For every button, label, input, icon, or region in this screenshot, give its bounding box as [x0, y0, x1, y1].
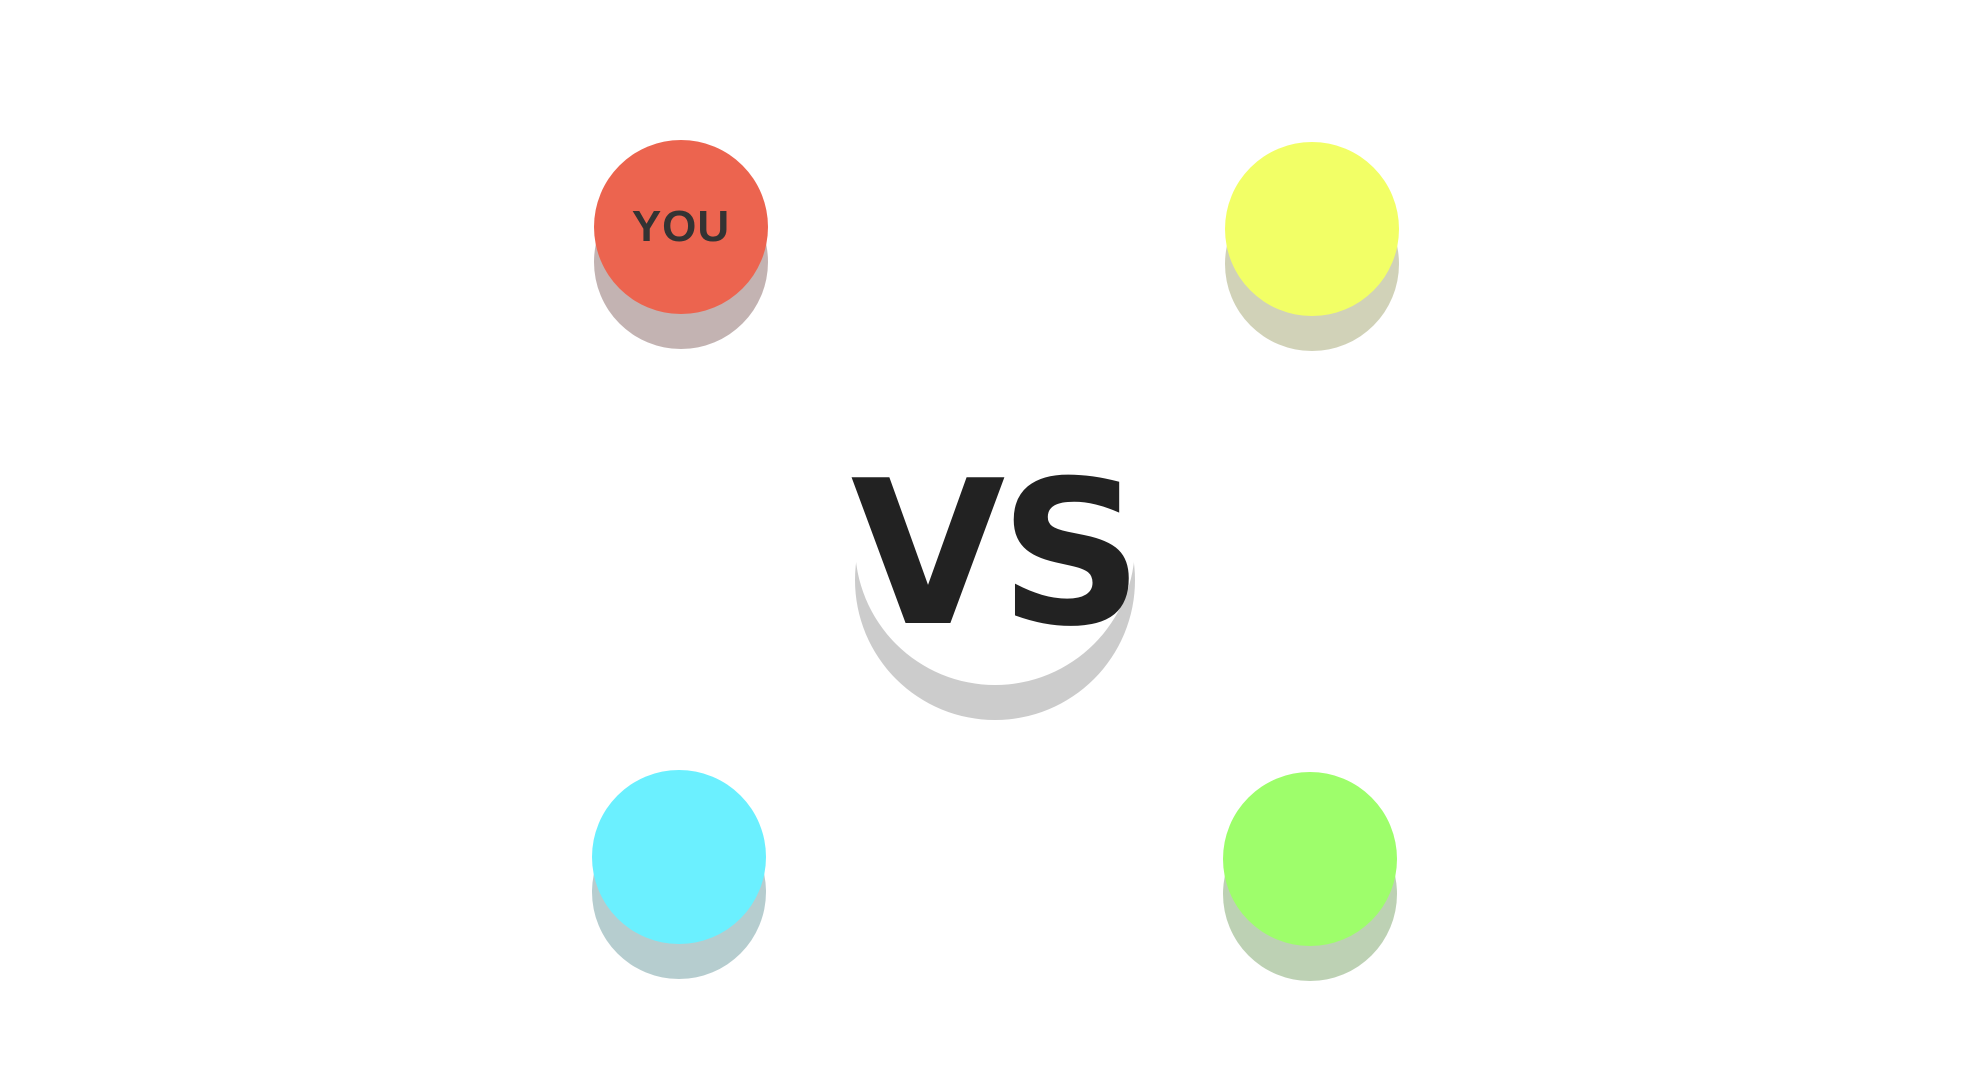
player-red[interactable]: YOU	[594, 140, 768, 349]
player-yellow[interactable]	[1225, 142, 1399, 351]
you-label: YOU	[631, 202, 731, 251]
player-cyan-face	[592, 770, 766, 944]
vs-label: VS	[850, 438, 1144, 671]
player-cyan[interactable]	[592, 770, 766, 979]
game-stage: VS YOU	[0, 0, 1980, 1080]
player-green-face	[1223, 772, 1397, 946]
player-yellow-face	[1225, 142, 1399, 316]
player-red-face: YOU	[594, 140, 768, 314]
player-green[interactable]	[1223, 772, 1397, 981]
